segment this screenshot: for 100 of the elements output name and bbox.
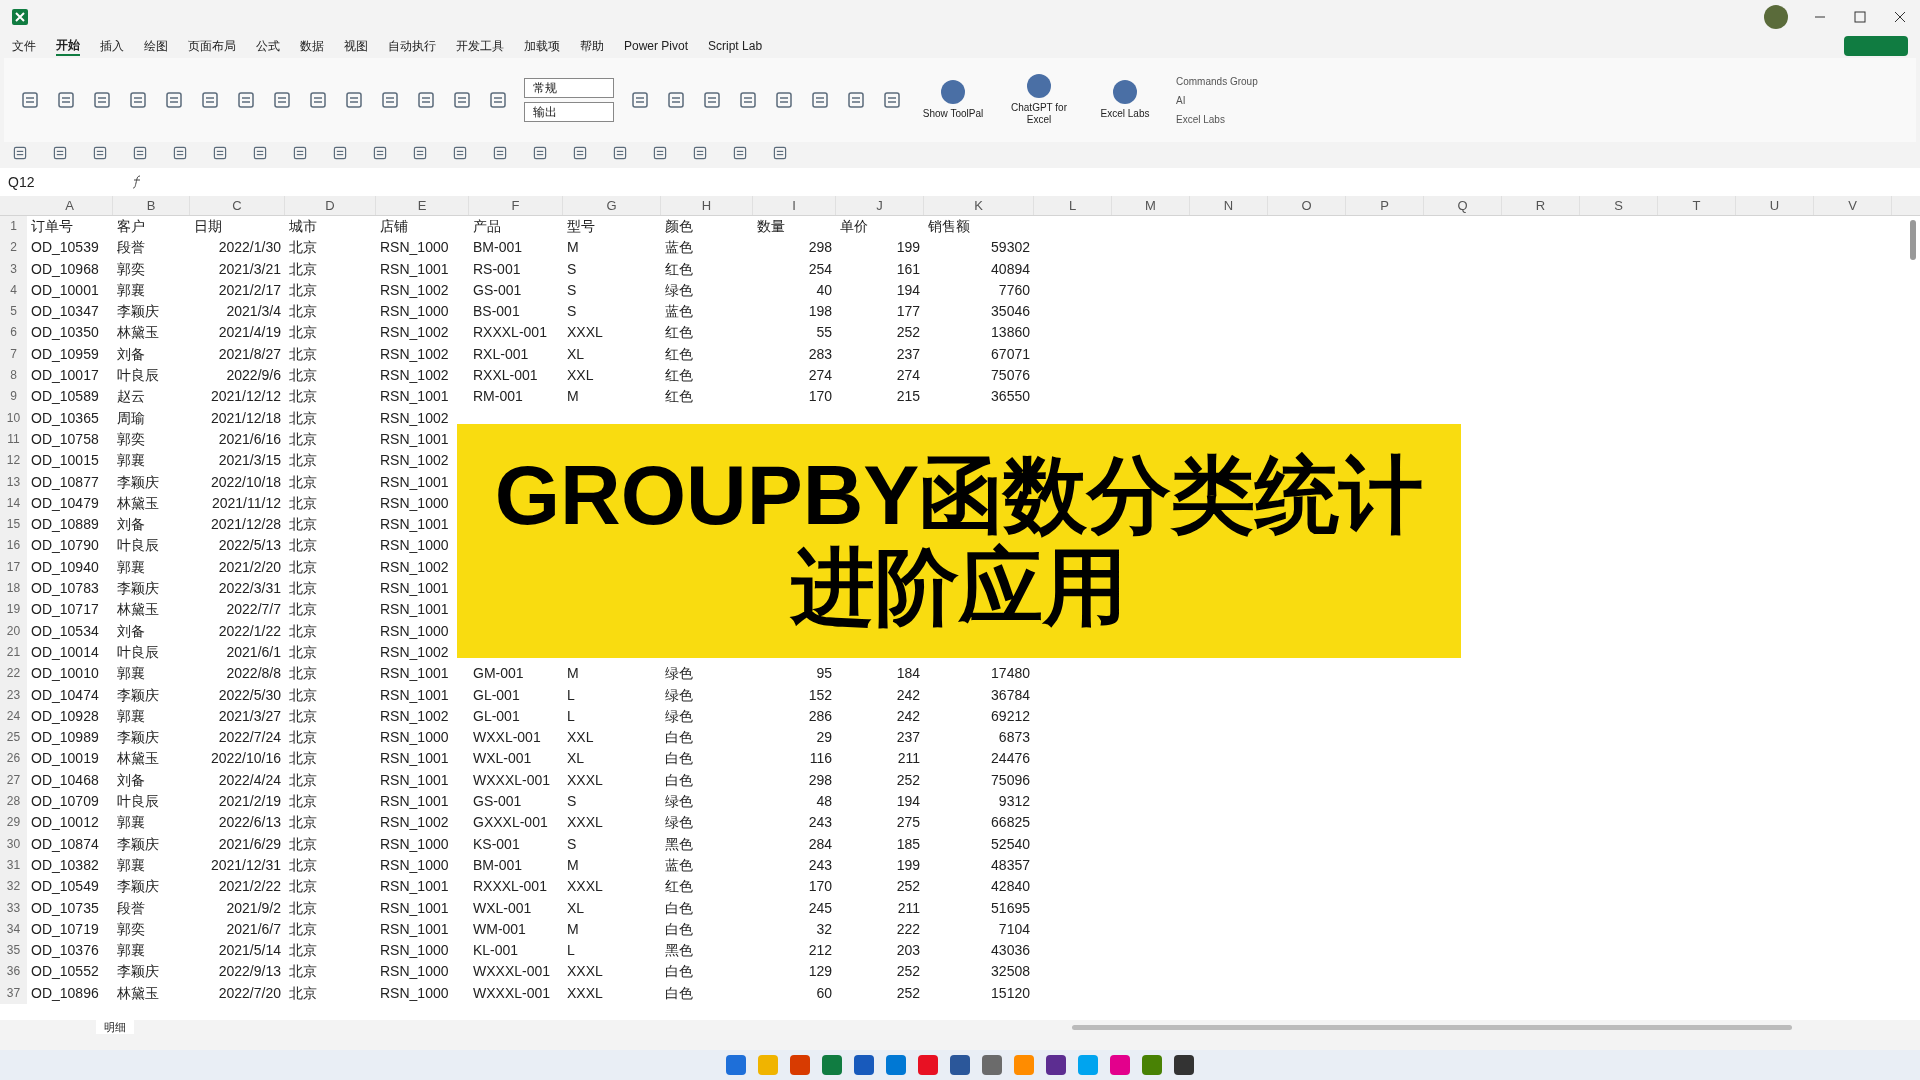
app-icon[interactable]: [886, 1055, 906, 1075]
toolbar-icon[interactable]: [172, 145, 188, 161]
column-header[interactable]: E: [376, 196, 469, 215]
column-header[interactable]: K: [924, 196, 1034, 215]
row-header[interactable]: 34: [0, 918, 27, 941]
name-box[interactable]: Q12: [8, 171, 118, 193]
toolbar-icon[interactable]: [692, 145, 708, 161]
horizontal-scrollbar[interactable]: [1072, 1024, 1792, 1030]
app-icon[interactable]: [982, 1055, 1002, 1075]
toolbar-icon[interactable]: [572, 145, 588, 161]
column-header[interactable]: G: [563, 196, 661, 215]
toolbar-icon[interactable]: [810, 90, 830, 110]
toolbar-icon[interactable]: [612, 145, 628, 161]
user-avatar[interactable]: [1764, 5, 1788, 29]
row-header[interactable]: 8: [0, 365, 27, 387]
toolbar-icon[interactable]: [132, 145, 148, 161]
toolbar-icon[interactable]: [212, 145, 228, 161]
toolbar-icon[interactable]: [702, 90, 722, 110]
row-header[interactable]: 30: [0, 833, 27, 855]
toolbar-icon[interactable]: [416, 90, 436, 110]
toolbar-icon[interactable]: [92, 145, 108, 161]
addin-button[interactable]: Show ToolPal: [918, 79, 988, 121]
row-header[interactable]: 11: [0, 428, 27, 451]
column-header[interactable]: L: [1034, 196, 1112, 215]
ribbon-tab[interactable]: 开始: [56, 36, 80, 56]
column-header[interactable]: J: [836, 196, 924, 215]
column-header[interactable]: N: [1190, 196, 1268, 215]
row-header[interactable]: 1: [0, 216, 27, 238]
ribbon-tab[interactable]: 视图: [344, 37, 368, 55]
row-header[interactable]: 5: [0, 301, 27, 323]
row-header[interactable]: 13: [0, 471, 27, 493]
row-header[interactable]: 19: [0, 599, 27, 621]
row-header[interactable]: 31: [0, 854, 27, 877]
column-header[interactable]: B: [113, 196, 190, 215]
column-header[interactable]: T: [1658, 196, 1736, 215]
toolbar-icon[interactable]: [492, 145, 508, 161]
vertical-scrollbar[interactable]: [1910, 220, 1916, 260]
toolbar-icon[interactable]: [56, 90, 76, 110]
row-header[interactable]: 4: [0, 279, 27, 302]
ribbon-tab[interactable]: 加载项: [524, 37, 560, 55]
toolbar-icon[interactable]: [308, 90, 328, 110]
addin-button[interactable]: ChatGPT for Excel: [1004, 73, 1074, 127]
ribbon-tab[interactable]: 自动执行: [388, 37, 436, 55]
row-header[interactable]: 18: [0, 578, 27, 600]
toolbar-icon[interactable]: [92, 90, 112, 110]
row-header[interactable]: 7: [0, 343, 27, 366]
column-header[interactable]: P: [1346, 196, 1424, 215]
ribbon-tab[interactable]: 插入: [100, 37, 124, 55]
toolbar-icon[interactable]: [128, 90, 148, 110]
toolbar-icon[interactable]: [380, 90, 400, 110]
row-header[interactable]: 3: [0, 258, 27, 280]
app-icon[interactable]: [854, 1055, 874, 1075]
ribbon-tab[interactable]: 绘图: [144, 37, 168, 55]
app-icon[interactable]: [1174, 1055, 1194, 1075]
row-header[interactable]: 10: [0, 407, 27, 429]
row-header[interactable]: 37: [0, 982, 27, 1004]
toolbar-icon[interactable]: [412, 145, 428, 161]
toolbar-icon[interactable]: [344, 90, 364, 110]
column-header[interactable]: D: [285, 196, 376, 215]
row-header[interactable]: 25: [0, 727, 27, 749]
row-header[interactable]: 23: [0, 684, 27, 706]
column-header[interactable]: U: [1736, 196, 1814, 215]
toolbar-icon[interactable]: [452, 145, 468, 161]
toolbar-icon[interactable]: [164, 90, 184, 110]
column-header[interactable]: R: [1502, 196, 1580, 215]
column-header[interactable]: V: [1814, 196, 1892, 215]
toolbar-icon[interactable]: [774, 90, 794, 110]
app-icon[interactable]: [822, 1055, 842, 1075]
app-icon[interactable]: [790, 1055, 810, 1075]
row-header[interactable]: 15: [0, 514, 27, 536]
row-header[interactable]: 16: [0, 535, 27, 557]
toolbar-icon[interactable]: [630, 90, 650, 110]
column-header[interactable]: H: [661, 196, 753, 215]
cell-style-option[interactable]: 输出: [524, 102, 614, 122]
column-header[interactable]: A: [27, 196, 113, 215]
toolbar-icon[interactable]: [272, 90, 292, 110]
row-header[interactable]: 14: [0, 492, 27, 515]
toolbar-icon[interactable]: [666, 90, 686, 110]
toolbar-icon[interactable]: [882, 90, 902, 110]
ribbon-tab[interactable]: 文件: [12, 37, 36, 55]
toolbar-icon[interactable]: [12, 145, 28, 161]
toolbar-icon[interactable]: [532, 145, 548, 161]
column-header[interactable]: O: [1268, 196, 1346, 215]
column-header[interactable]: I: [753, 196, 836, 215]
row-header[interactable]: 27: [0, 769, 27, 791]
toolbar-icon[interactable]: [738, 90, 758, 110]
row-header[interactable]: 33: [0, 897, 27, 919]
row-header[interactable]: 6: [0, 322, 27, 344]
column-header[interactable]: F: [469, 196, 563, 215]
row-header[interactable]: 20: [0, 620, 27, 642]
ribbon-tab[interactable]: 页面布局: [188, 37, 236, 55]
ribbon-tab[interactable]: 帮助: [580, 37, 604, 55]
ribbon-tab[interactable]: Power Pivot: [624, 37, 689, 55]
ribbon-tab[interactable]: 公式: [256, 37, 280, 55]
app-icon[interactable]: [1046, 1055, 1066, 1075]
ribbon-tab[interactable]: 数据: [300, 37, 324, 55]
toolbar-icon[interactable]: [20, 90, 40, 110]
row-header[interactable]: 2: [0, 237, 27, 259]
row-header[interactable]: 36: [0, 961, 27, 983]
app-icon[interactable]: [726, 1055, 746, 1075]
